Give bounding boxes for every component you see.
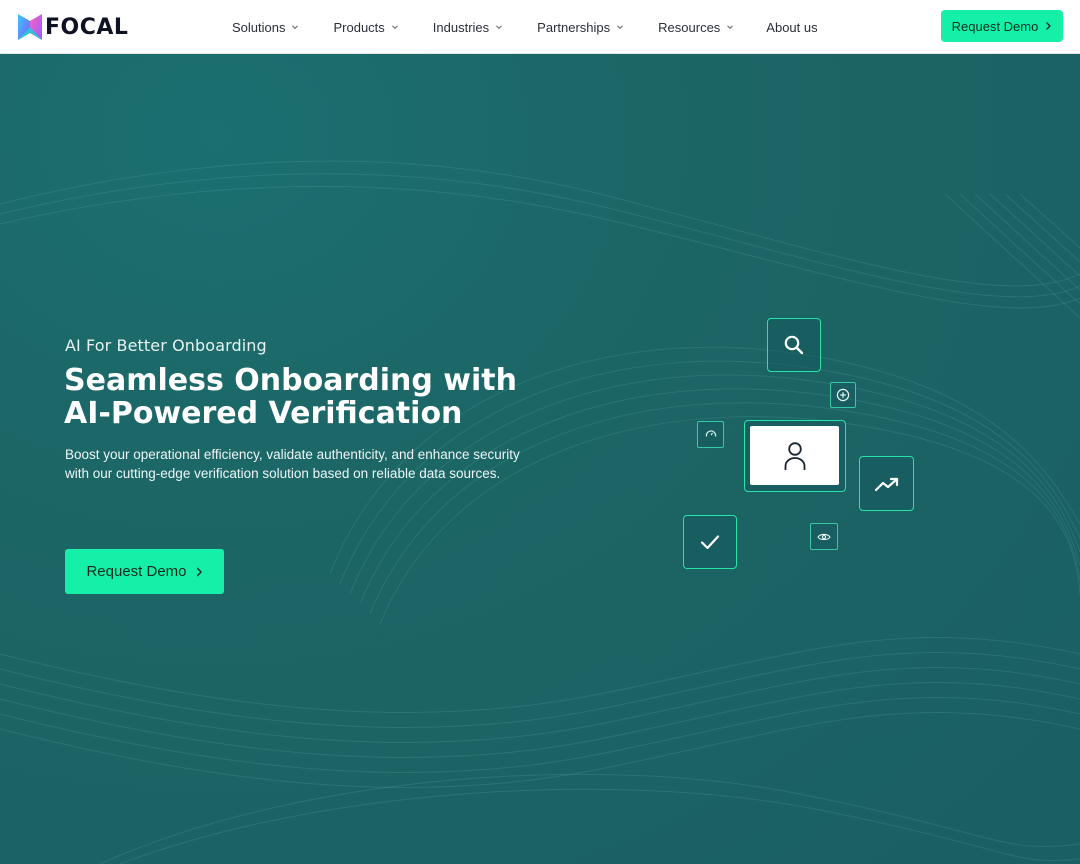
- profile-card: [750, 426, 839, 485]
- hero-eyebrow: AI For Better Onboarding: [65, 336, 267, 355]
- main-nav: Solutions Products Industries Partnershi…: [232, 0, 818, 54]
- button-label: Request Demo: [951, 18, 1039, 34]
- eye-tile: [810, 523, 838, 550]
- loading-icon: [705, 429, 716, 437]
- hero-section: AI For Better Onboarding Seamless Onboar…: [0, 54, 1080, 864]
- chevron-right-icon: [196, 567, 202, 576]
- request-demo-header-button[interactable]: Request Demo: [941, 10, 1063, 42]
- nav-label: Industries: [432, 19, 490, 35]
- trending-up-icon: [874, 477, 898, 491]
- chevron-down-icon: [496, 25, 503, 30]
- chevron-down-icon: [727, 25, 734, 30]
- check-icon: [700, 535, 720, 550]
- nav-solutions[interactable]: Solutions: [232, 20, 299, 35]
- chevron-down-icon: [617, 25, 624, 30]
- trending-tile: [859, 456, 914, 511]
- plus-tile: [830, 382, 856, 408]
- button-label: Request Demo: [86, 563, 187, 580]
- hero-subcopy: Boost your operational efficiency, valid…: [65, 447, 520, 481]
- chevron-down-icon: [292, 25, 299, 30]
- user-icon: [784, 441, 805, 470]
- logo-text: FOCAL: [45, 14, 129, 40]
- profile-tile: [744, 420, 846, 492]
- nav-label: Resources: [658, 19, 721, 35]
- eye-icon: [817, 533, 831, 540]
- search-tile: [767, 318, 821, 372]
- chevron-right-icon: [1046, 22, 1052, 30]
- loading-tile: [697, 421, 724, 448]
- hero-headline: Seamless Onboarding with AI-Powered Veri…: [64, 363, 517, 431]
- nav-industries[interactable]: Industries: [433, 20, 503, 35]
- nav-label: Solutions: [232, 19, 286, 35]
- nav-about-us[interactable]: About us: [766, 20, 817, 35]
- chevron-down-icon: [391, 25, 398, 30]
- request-demo-hero-button[interactable]: Request Demo: [65, 549, 224, 594]
- nav-resources[interactable]: Resources: [658, 20, 734, 35]
- plus-circle-icon: [836, 388, 850, 402]
- check-tile: [683, 515, 737, 569]
- site-header: FOCAL Solutions Products Industries Part…: [0, 0, 1080, 54]
- nav-label: Products: [333, 19, 385, 35]
- nav-label: About us: [766, 19, 818, 35]
- nav-label: Partnerships: [537, 19, 611, 35]
- nav-products[interactable]: Products: [333, 20, 398, 35]
- focal-logo[interactable]: FOCAL: [17, 13, 128, 41]
- search-icon: [784, 335, 804, 355]
- focal-logo-mark-icon: [18, 14, 42, 40]
- nav-partnerships[interactable]: Partnerships: [537, 20, 624, 35]
